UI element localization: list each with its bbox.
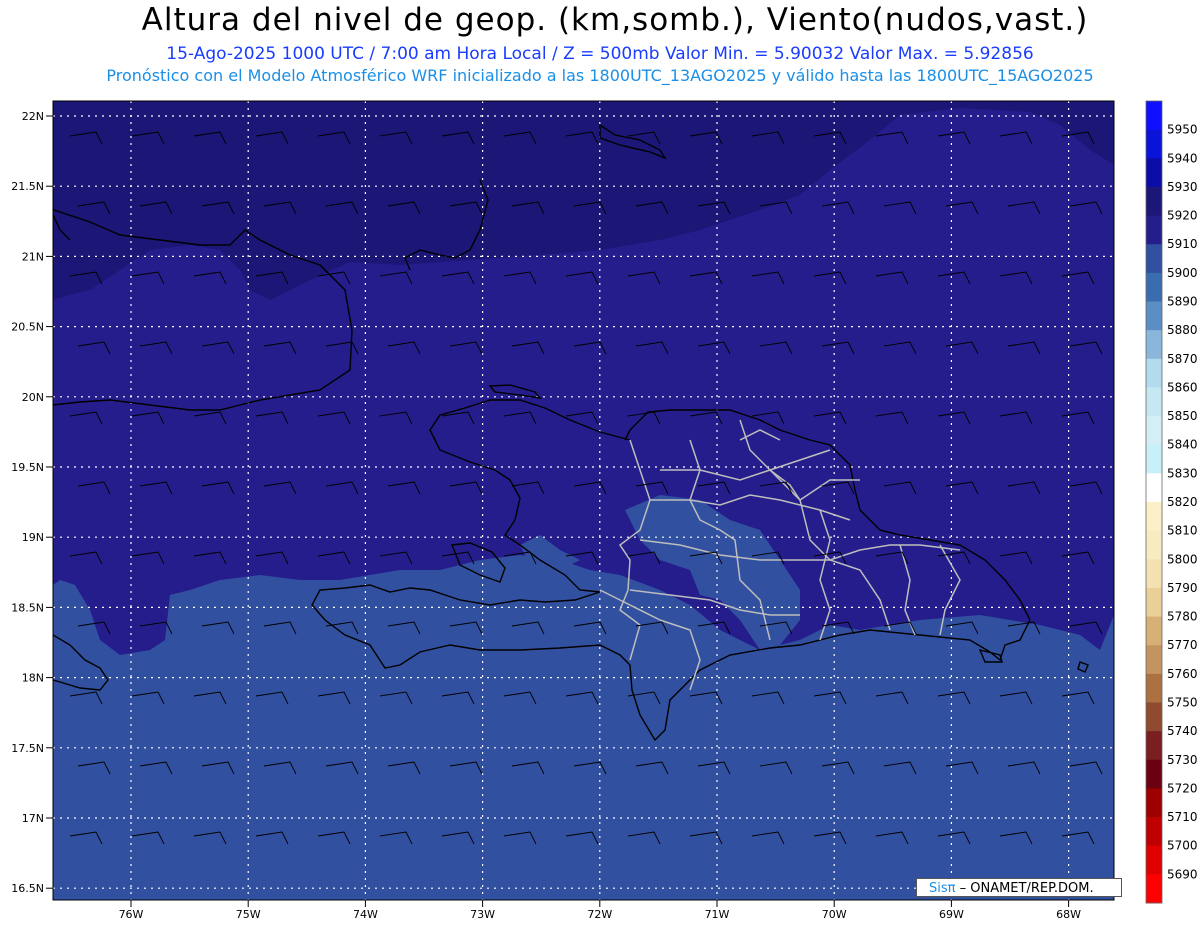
colorbar-label: 5780	[1167, 610, 1198, 624]
lat-label: 17N	[22, 812, 44, 825]
colorbar-label: 5730	[1167, 753, 1198, 767]
wind-barb	[512, 902, 544, 914]
wind-barb	[264, 902, 296, 914]
colorbar-label: 5760	[1167, 667, 1198, 681]
colorbar-label: 5940	[1167, 151, 1198, 165]
colorbar-label: 5930	[1167, 180, 1198, 194]
colorbar-swatch	[1146, 215, 1162, 245]
colorbar-label: 5910	[1167, 237, 1198, 251]
lon-label: 70W	[822, 908, 847, 921]
colorbar-label: 5920	[1167, 209, 1198, 223]
colorbar-swatch	[1146, 530, 1162, 560]
lon-label: 75W	[236, 908, 261, 921]
colorbar-label: 5750	[1167, 696, 1198, 710]
colorbar-label: 5820	[1167, 495, 1198, 509]
wind-barb	[884, 902, 916, 914]
map-plot-area	[53, 101, 1114, 914]
colorbar-swatch	[1146, 244, 1162, 274]
wind-barb	[202, 902, 234, 914]
sispi-logo: Sisπ	[929, 881, 956, 896]
colorbar-label: 5740	[1167, 724, 1198, 738]
colorbar-label: 5800	[1167, 552, 1198, 566]
colorbar-swatch	[1146, 416, 1162, 446]
lon-label: 72W	[587, 908, 612, 921]
lat-label: 17.5N	[11, 742, 44, 755]
lon-label: 74W	[353, 908, 378, 921]
wind-barb	[388, 902, 420, 914]
colorbar: 5950 5940 5930 5920 5910 5900 5890 5880 5870 5860…	[1145, 100, 1198, 904]
colorbar-label: 5710	[1167, 810, 1198, 824]
colorbar-swatch	[1146, 272, 1162, 302]
colorbar-swatch	[1146, 444, 1162, 474]
colorbar-swatch	[1146, 616, 1162, 646]
credit-box: Sisπ – ONAMET/REP.DOM.	[916, 878, 1122, 897]
colorbar-swatch	[1146, 387, 1162, 417]
colorbar-swatch	[1146, 301, 1162, 331]
wind-barb	[760, 902, 792, 914]
colorbar-swatch	[1146, 702, 1162, 732]
colorbar-label: 5900	[1167, 266, 1198, 280]
colorbar-label: 5890	[1167, 295, 1198, 309]
latitude-labels: 22N 21.5N 21N 20.5N 20N 19.5N 19N 18.5N 18N 17.5N…	[11, 110, 53, 895]
colorbar-swatch	[1146, 645, 1162, 675]
colorbar-swatch	[1146, 186, 1162, 217]
lat-label: 16.5N	[11, 882, 44, 895]
colorbar-swatch	[1146, 845, 1162, 875]
colorbar-label: 5720	[1167, 781, 1198, 795]
colorbar-label: 5830	[1167, 466, 1198, 480]
colorbar-label: 5860	[1167, 380, 1198, 394]
lat-label: 21N	[22, 250, 44, 263]
colorbar-swatch	[1146, 129, 1162, 159]
wind-barb	[1008, 902, 1040, 914]
lat-label: 18N	[22, 672, 44, 685]
wind-barb	[140, 902, 172, 914]
colorbar-label: 5880	[1167, 323, 1198, 337]
wind-barb	[78, 902, 110, 914]
colorbar-swatch	[1146, 874, 1162, 904]
lon-label: 71W	[705, 908, 730, 921]
colorbar-swatch	[1146, 158, 1162, 188]
colorbar-label: 5950	[1167, 123, 1198, 137]
colorbar-swatch	[1146, 788, 1162, 818]
colorbar-label: 5840	[1167, 438, 1198, 452]
colorbar-label: 5870	[1167, 352, 1198, 366]
colorbar-swatch	[1146, 731, 1162, 761]
colorbar-swatch	[1146, 559, 1162, 589]
wind-barb	[636, 902, 668, 914]
colorbar-swatch	[1146, 473, 1162, 503]
colorbar-label: 5700	[1167, 839, 1198, 853]
lon-label: 69W	[939, 908, 964, 921]
colorbar-swatch	[1146, 817, 1162, 847]
lat-label: 19.5N	[11, 461, 44, 474]
credit-text: – ONAMET/REP.DOM.	[959, 881, 1094, 896]
colorbar-swatch	[1146, 587, 1162, 618]
longitude-labels: 76W 75W 74W 73W 72W 71W 70W 69W 68W	[119, 900, 1081, 921]
lon-label: 73W	[470, 908, 495, 921]
colorbar-label: 5850	[1167, 409, 1198, 423]
colorbar-swatch	[1146, 673, 1162, 703]
colorbar-swatch	[1146, 502, 1162, 532]
lat-label: 20.5N	[11, 321, 44, 334]
lat-label: 18.5N	[11, 601, 44, 614]
lon-label: 76W	[119, 908, 144, 921]
lat-label: 22N	[22, 110, 44, 123]
colorbar-label: 5770	[1167, 638, 1198, 652]
colorbar-swatch	[1146, 358, 1162, 388]
lat-label: 21.5N	[11, 180, 44, 193]
colorbar-swatch	[1146, 759, 1162, 789]
colorbar-label: 5790	[1167, 581, 1198, 595]
lat-label: 20N	[22, 391, 44, 404]
lat-label: 19N	[22, 531, 44, 544]
colorbar-label: 5690	[1167, 867, 1198, 881]
colorbar-label: 5810	[1167, 524, 1198, 538]
colorbar-swatch	[1146, 101, 1162, 131]
lon-label: 68W	[1056, 908, 1081, 921]
map-figure: 22N 21.5N 21N 20.5N 20N 19.5N 19N 18.5N 18N 17.5N…	[11, 100, 1198, 921]
colorbar-swatch	[1146, 330, 1162, 360]
